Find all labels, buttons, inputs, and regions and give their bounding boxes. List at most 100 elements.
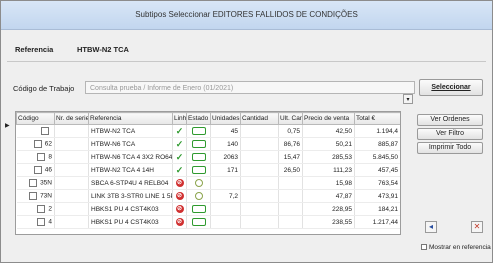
code-cell: 46 [16,163,55,177]
ult-cell: 0,75 [278,124,303,138]
code-cell: 35N [16,176,55,190]
pending-circle-icon [194,179,203,187]
row-checkbox[interactable] [37,153,46,161]
close-x-icon[interactable]: ✕ [471,221,483,233]
column-header[interactable]: Unidades [210,112,241,125]
serie-cell [54,124,89,138]
table-row[interactable]: HTBW-N2 TCA ✓ 45 0,75 42,50 1.194,4 [16,124,400,138]
status-box-icon [191,127,206,135]
status-box-icon [191,140,206,148]
column-header[interactable]: Estado [186,112,211,125]
precio-cell: 15,98 [302,176,355,190]
line-status-cell: ✓ [172,137,187,151]
unidades-cell [210,202,241,216]
filter-toggle-icon[interactable]: ▾ [403,94,413,104]
row-checkbox[interactable] [41,127,49,135]
ult-cell: 86,76 [278,137,303,151]
column-header[interactable]: Precio de venta [302,112,355,125]
serie-cell [54,189,89,203]
precio-cell: 47,87 [302,189,355,203]
codigo-label: Código de Trabajo [13,84,75,93]
check-icon: ✓ [175,151,184,162]
code-value: 46 [44,166,52,174]
table-row[interactable]: 73N LINK 3TB 3-STR0 LINE 1 5P0 ⊘ 7,2 47,87 47… [16,189,400,203]
column-header[interactable]: Linha [172,112,187,125]
code-value: 2 [48,205,52,213]
serie-cell [54,202,89,216]
cantidad-cell [240,176,279,190]
total-cell: 763,54 [354,176,400,190]
select-button[interactable]: Seleccionar [419,79,483,96]
blocked-icon: ⊘ [175,205,184,213]
table-row[interactable]: 4 HBKS1 PU 4 CST4K03 ⊘ 238,55 1.217,44 [16,215,400,229]
total-cell: 457,45 [354,163,400,177]
ult-cell [278,176,303,190]
cantidad-cell [240,124,279,138]
unidades-cell [210,176,241,190]
referencia-cell: SBCA 6-STP4U 4 RELB04 [88,176,173,190]
status-box-icon [191,166,206,174]
referencia-cell: HTBW-N6 TCA 4 3X2 RO64 [88,150,173,164]
serie-cell [54,163,89,177]
codigo-input[interactable]: Consulta prueba / Informe de Enero (01/2… [85,81,415,94]
table-row[interactable]: 8 HTBW-N6 TCA 4 3X2 RO64 ✓ 2063 15,47 285,53 5… [16,150,400,164]
status-box-icon [191,205,206,213]
row-checkbox[interactable] [29,179,38,187]
line-status-cell: ⊘ [172,202,187,216]
show-reference-option[interactable]: Mostrar en referencia [421,244,491,251]
code-cell: 73N [16,189,55,203]
view-orders-button[interactable]: Ver Ordenes [417,114,483,126]
ult-cell: 26,50 [278,163,303,177]
code-value: 35N [40,179,52,187]
status-box-icon [191,153,206,161]
code-cell: 4 [16,215,55,229]
ult-cell [278,202,303,216]
table-row[interactable]: 35N SBCA 6-STP4U 4 RELB04 ⊘ 15,98 763,54 [16,176,400,190]
arrow-left-icon[interactable]: ◂ [425,221,437,233]
table-row[interactable]: 46 HTBW-N2 TCA 4 14H ✓ 171 26,50 111,23 457,45 [16,163,400,177]
column-header[interactable]: Total € [354,112,400,125]
state-cell [186,202,211,216]
column-header[interactable]: Cantidad [240,112,279,125]
code-cell: 8 [16,150,55,164]
print-all-button[interactable]: Imprimir Todo [417,142,483,154]
state-cell [186,124,211,138]
precio-cell: 42,50 [302,124,355,138]
show-reference-checkbox[interactable] [421,244,427,251]
unidades-cell: 171 [210,163,241,177]
table-row[interactable]: 62 HTBW-N6 TCA ✓ 140 86,76 50,21 885,87 [16,137,400,151]
state-cell [186,150,211,164]
column-header[interactable]: Ult. Cant. [278,112,303,125]
referencia-cell: LINK 3TB 3-STR0 LINE 1 5P0 [88,189,173,203]
column-header[interactable]: Código [16,112,55,125]
row-checkbox[interactable] [33,140,42,148]
serie-cell [54,176,89,190]
cantidad-cell [240,150,279,164]
ult-cell [278,189,303,203]
total-cell: 473,91 [354,189,400,203]
row-checkbox[interactable] [37,205,46,213]
cantidad-cell [240,137,279,151]
row-checkbox[interactable] [33,166,42,174]
referencia-cell: HBKS1 PU 4 CST4K03 [88,215,173,229]
referencia-cell: HBKS1 PU 4 CST4K03 [88,202,173,216]
code-cell [16,124,55,138]
row-checkbox[interactable] [29,192,38,200]
column-header[interactable]: Nr. de serie [54,112,89,125]
title-bar: Subtipos Seleccionar EDITORES FALLIDOS D… [1,1,492,30]
unidades-cell: 2063 [210,150,241,164]
table-row[interactable]: 2 HBKS1 PU 4 CST4K03 ⊘ 228,95 184,21 [16,202,400,216]
row-checkbox[interactable] [37,218,46,226]
row-pointer-icon: ▶ [5,123,10,129]
pending-circle-icon [194,192,203,200]
check-icon: ✓ [175,125,184,136]
line-status-cell: ✓ [172,124,187,138]
column-header[interactable]: Referencia [88,112,173,125]
check-icon: ✓ [175,138,184,149]
view-filter-button[interactable]: Ver Filtro [417,128,483,140]
state-cell [186,137,211,151]
state-cell [186,176,211,190]
items-grid[interactable]: CódigoNr. de serieReferenciaLinhaEstadoU… [15,111,401,235]
line-status-cell: ⊘ [172,215,187,229]
unidades-cell [210,215,241,229]
